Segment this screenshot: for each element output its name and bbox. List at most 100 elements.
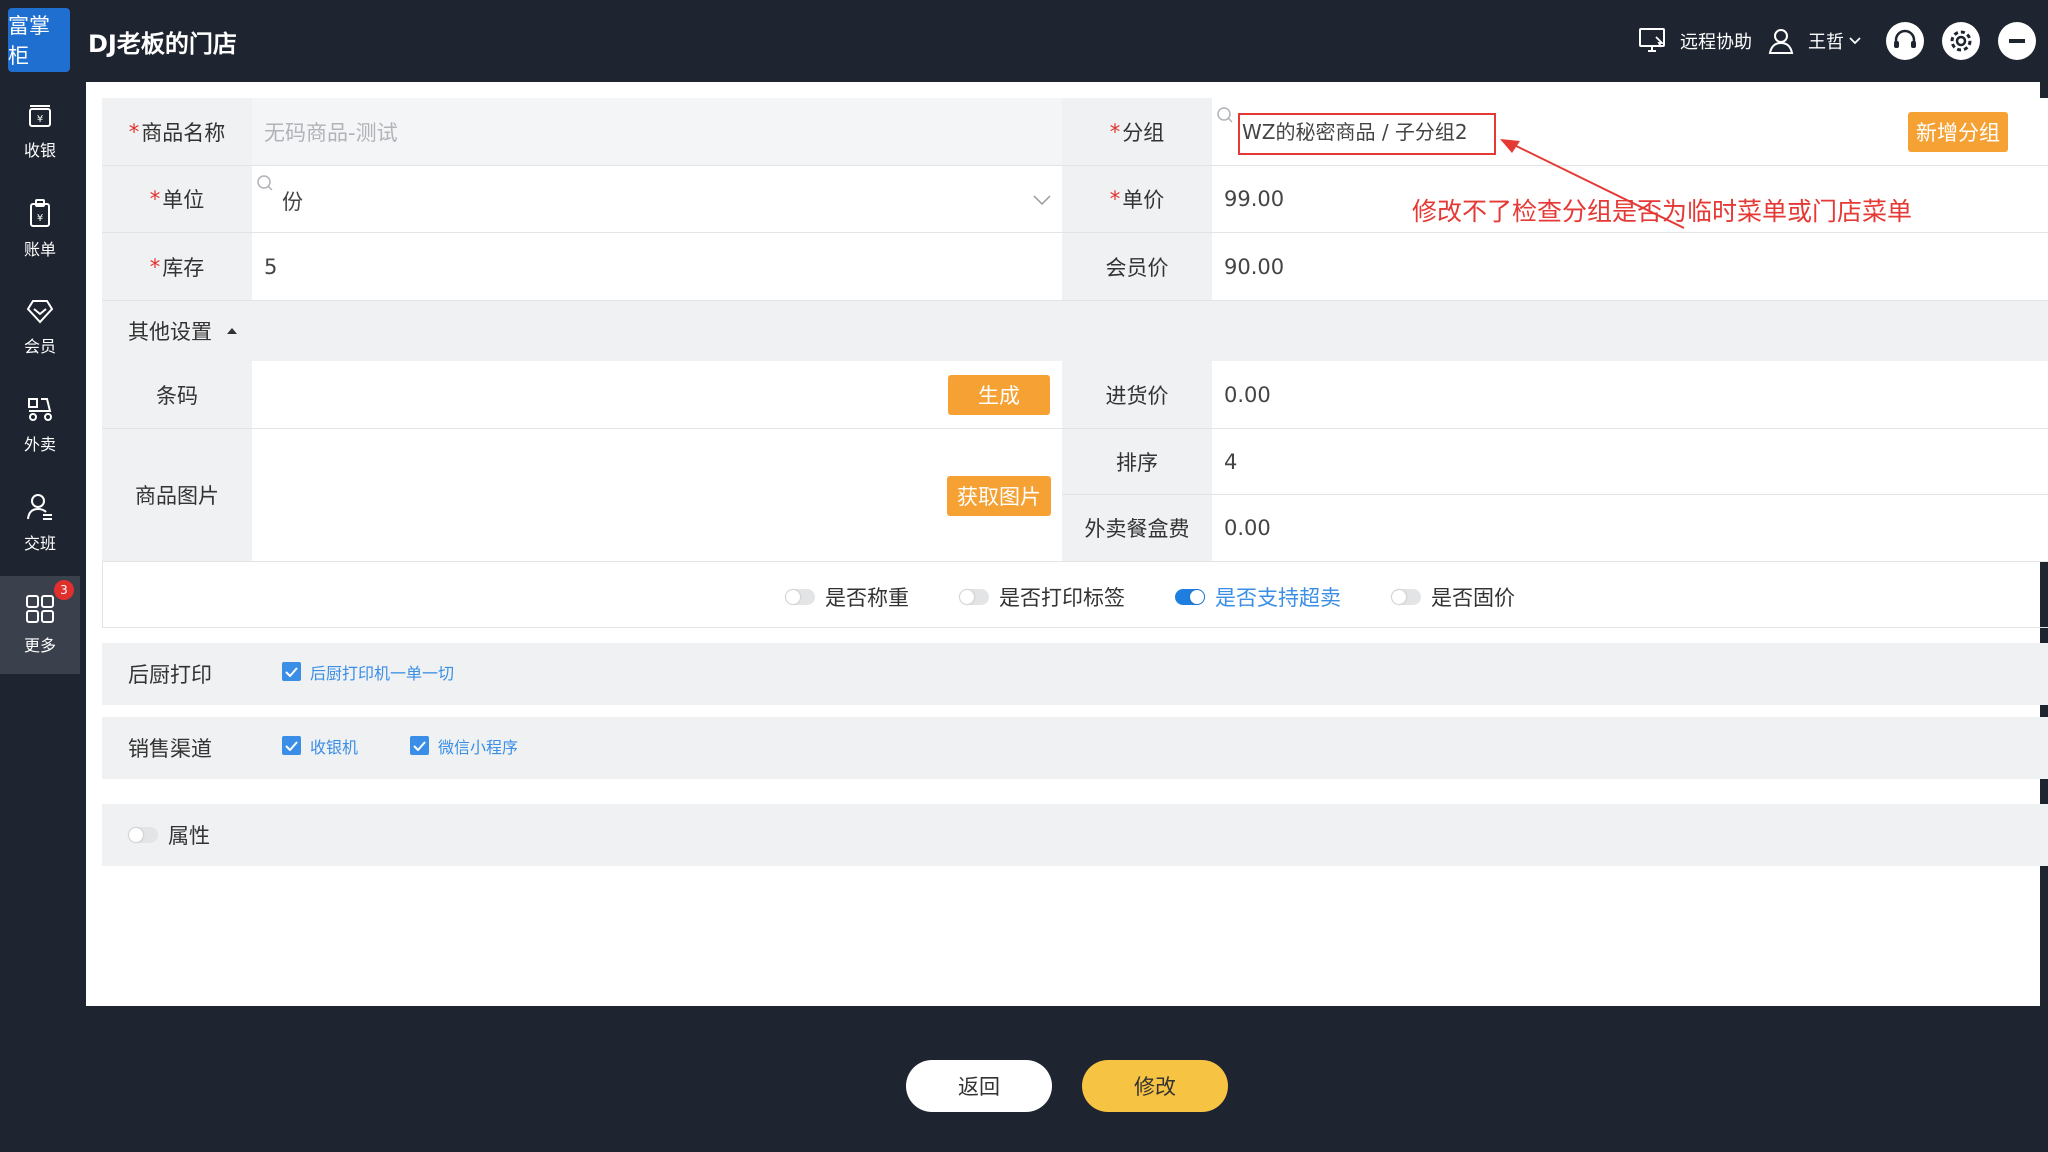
gear-icon bbox=[1950, 30, 1972, 52]
oversell-toggle[interactable]: 是否支持超卖 bbox=[1175, 582, 1341, 612]
sidebar-item-label: 更多 bbox=[23, 636, 56, 655]
product-edit-panel: * 商品名称 无码商品-测试 * 分组 WZ的秘密商品 / 子分组2 新增分组 * 单… bbox=[86, 82, 2048, 1006]
sales-channel-label: 销售渠道 bbox=[128, 737, 212, 761]
logo-text: 富掌柜 bbox=[8, 14, 50, 68]
generate-barcode-button[interactable]: 生成 bbox=[948, 375, 1050, 415]
sidebar-item-delivery[interactable]: 外卖 bbox=[0, 376, 80, 474]
annotation-note: 修改不了检查分组是否为临时菜单或门店菜单 bbox=[1412, 197, 1913, 226]
price-value: 99.00 bbox=[1224, 187, 1285, 211]
fixed-price-toggle[interactable]: 是否固价 bbox=[1391, 582, 1515, 612]
settings-button[interactable] bbox=[1942, 22, 1980, 60]
channel-miniprogram-label[interactable]: 微信小程序 bbox=[438, 734, 518, 758]
print-label-toggle[interactable]: 是否打印标签 bbox=[959, 582, 1125, 612]
sidebar-item-label: 交班 bbox=[23, 534, 56, 553]
app-logo: 富掌柜 bbox=[8, 8, 70, 72]
unit-label: * 单位 bbox=[102, 166, 252, 233]
svg-text:¥: ¥ bbox=[37, 114, 43, 125]
image-label: 商品图片 bbox=[102, 429, 252, 562]
weigh-toggle[interactable]: 是否称重 bbox=[785, 582, 909, 612]
kitchen-print-checkbox[interactable] bbox=[282, 662, 301, 681]
user-name: 王哲 bbox=[1808, 32, 1844, 53]
name-input[interactable]: 无码商品-测试 bbox=[252, 98, 1062, 166]
box-fee-value: 0.00 bbox=[1224, 516, 1271, 540]
member-price-input[interactable]: 90.00 bbox=[1212, 233, 2048, 301]
purchase-price-input[interactable]: 0.00 bbox=[1212, 361, 2048, 429]
store-title: DJ老板的门店 bbox=[88, 30, 237, 58]
required-mark: * bbox=[149, 254, 161, 279]
cash-register-icon: ¥ bbox=[29, 105, 51, 127]
toggle-label: 是否称重 bbox=[825, 586, 909, 610]
toggle-switch bbox=[1391, 589, 1421, 605]
attributes-label: 属性 bbox=[168, 824, 210, 848]
top-bar: 富掌柜 DJ老板的门店 远程协助 王哲 bbox=[0, 0, 2048, 82]
purchase-price-value: 0.00 bbox=[1224, 382, 1271, 407]
check-icon bbox=[413, 740, 426, 751]
toggle-label: 是否支持超卖 bbox=[1215, 586, 1341, 610]
price-label-text: 单价 bbox=[1122, 188, 1165, 212]
group-label-text: 分组 bbox=[1122, 120, 1165, 145]
channel-cashier-checkbox[interactable] bbox=[282, 736, 301, 755]
toggle-label: 是否打印标签 bbox=[999, 586, 1125, 610]
support-button[interactable] bbox=[1886, 22, 1924, 60]
headset-icon bbox=[1894, 29, 1916, 48]
remote-assist-button[interactable]: 远程协助 bbox=[1638, 0, 1752, 82]
toggle-label: 是否固价 bbox=[1431, 586, 1515, 610]
channel-cashier-label[interactable]: 收银机 bbox=[310, 734, 358, 758]
modify-button[interactable]: 修改 bbox=[1082, 1060, 1228, 1112]
sidebar-item-label: 外卖 bbox=[23, 435, 56, 454]
unit-label-text: 单位 bbox=[162, 188, 205, 212]
back-button[interactable]: 返回 bbox=[906, 1060, 1052, 1112]
toggle-switch bbox=[1175, 589, 1205, 605]
barcode-label: 条码 bbox=[102, 361, 252, 429]
user-menu[interactable]: 王哲 bbox=[1766, 0, 1862, 82]
caret-up-icon bbox=[227, 328, 237, 334]
toggle-switch bbox=[959, 589, 989, 605]
group-label: * 分组 bbox=[1062, 98, 1212, 166]
other-settings-toggle[interactable]: 其他设置 bbox=[102, 301, 2048, 361]
unit-select[interactable]: 份 bbox=[252, 166, 1062, 233]
name-placeholder: 无码商品-测试 bbox=[264, 120, 398, 145]
stock-label: * 库存 bbox=[102, 233, 252, 301]
minimize-button[interactable] bbox=[1998, 22, 2036, 60]
channel-miniprogram-checkbox[interactable] bbox=[410, 736, 429, 755]
box-fee-label: 外卖餐盒费 bbox=[1062, 495, 1212, 562]
add-group-button[interactable]: 新增分组 bbox=[1908, 112, 2008, 152]
attributes-toggle[interactable] bbox=[128, 827, 158, 843]
purchase-price-label: 进货价 bbox=[1062, 361, 1212, 429]
unit-value: 份 bbox=[282, 190, 303, 214]
required-mark: * bbox=[128, 119, 140, 144]
sales-channel-row: 销售渠道 bbox=[102, 717, 2048, 779]
image-area[interactable] bbox=[252, 429, 1062, 562]
sidebar-item-member[interactable]: 会员 bbox=[0, 278, 80, 376]
barcode-input[interactable] bbox=[252, 361, 1062, 429]
annotation-highlight-box bbox=[1238, 113, 1496, 155]
other-settings-label: 其他设置 bbox=[128, 320, 212, 344]
sidebar-item-cashier[interactable]: ¥ 收银 bbox=[0, 82, 80, 180]
kitchen-print-option-label[interactable]: 后厨打印机一单一切 bbox=[310, 660, 454, 684]
price-label: * 单价 bbox=[1062, 166, 1212, 233]
box-fee-input[interactable]: 0.00 bbox=[1212, 495, 2048, 562]
name-label: * 商品名称 bbox=[102, 98, 252, 166]
user-icon bbox=[1768, 29, 1794, 54]
sidebar-item-shift[interactable]: 交班 bbox=[0, 474, 80, 572]
sort-input[interactable]: 4 bbox=[1212, 429, 2048, 495]
kitchen-print-label: 后厨打印 bbox=[128, 663, 212, 687]
monitor-icon bbox=[1639, 28, 1665, 52]
name-label-text: 商品名称 bbox=[141, 120, 226, 145]
required-mark: * bbox=[1109, 119, 1121, 144]
search-icon bbox=[1217, 107, 1233, 123]
stock-label-text: 库存 bbox=[162, 255, 205, 280]
member-icon bbox=[26, 300, 54, 324]
sidebar-item-bill[interactable]: ¥ 账单 bbox=[0, 180, 80, 278]
svg-text:¥: ¥ bbox=[37, 213, 43, 224]
stock-input[interactable]: 5 bbox=[252, 233, 1062, 301]
get-image-button[interactable]: 获取图片 bbox=[947, 476, 1051, 516]
sidebar-item-label: 收银 bbox=[23, 141, 56, 160]
bill-icon: ¥ bbox=[30, 199, 50, 227]
search-icon bbox=[257, 175, 273, 191]
notification-badge: 3 bbox=[54, 580, 74, 600]
sidebar-item-more[interactable]: 更多 3 bbox=[0, 576, 80, 674]
toggles-row: 是否称重 是否打印标签 是否支持超卖 是否固价 bbox=[102, 562, 2048, 628]
attributes-row[interactable]: 属性 bbox=[102, 804, 2048, 866]
remote-assist-label: 远程协助 bbox=[1680, 32, 1752, 53]
